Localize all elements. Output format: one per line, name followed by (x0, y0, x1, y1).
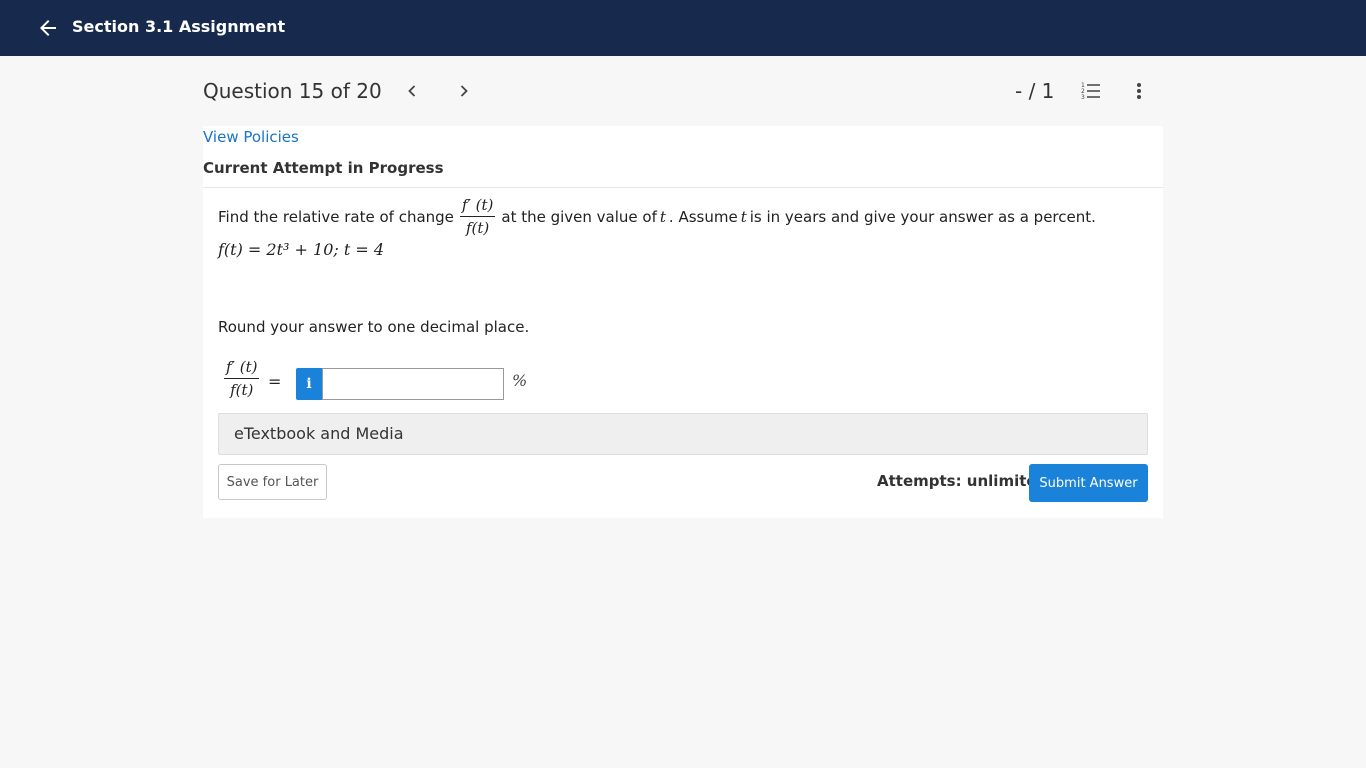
variable-t: t (740, 207, 747, 226)
prompt-text: Find the relative rate of change (218, 207, 454, 226)
question-prompt: Find the relative rate of change f′ (t) … (218, 196, 1096, 237)
variable-t: t (659, 207, 666, 226)
prompt-text: is in years and give your answer as a pe… (749, 207, 1096, 226)
next-question-button[interactable] (454, 81, 474, 101)
fraction-denominator: f(t) (230, 381, 254, 399)
attempts-remaining: Attempts: unlimited (877, 472, 1048, 490)
question-list-button[interactable]: 123 (1080, 80, 1102, 102)
attempt-status: Current Attempt in Progress (203, 159, 444, 177)
more-options-button[interactable] (1128, 80, 1150, 102)
fraction-denominator: f(t) (465, 219, 490, 237)
top-bar: Section 3.1 Assignment (0, 0, 1366, 56)
question-header: Question 15 of 20 - / 1 123 (0, 56, 1366, 126)
etextbook-media-panel[interactable]: eTextbook and Media (218, 413, 1148, 455)
fraction-numerator: f′ (t) (459, 196, 496, 217)
prompt-text: at the given value of (501, 207, 657, 226)
assignment-title: Section 3.1 Assignment (72, 17, 286, 36)
percent-unit: % (512, 371, 528, 390)
equals-sign: = (268, 372, 282, 391)
answer-row: f′ (t) f(t) = i % (218, 358, 618, 408)
chevron-left-icon (408, 85, 416, 97)
etextbook-label: eTextbook and Media (234, 424, 404, 443)
previous-question-button[interactable] (402, 81, 422, 101)
question-card: View Policies Current Attempt in Progres… (203, 126, 1163, 518)
save-for-later-button[interactable]: Save for Later (218, 464, 327, 500)
answer-fraction: f′ (t) f(t) (224, 358, 260, 399)
relative-rate-fraction: f′ (t) f(t) (459, 196, 496, 237)
view-policies-link[interactable]: View Policies (203, 128, 299, 146)
prompt-text: . Assume (668, 207, 738, 226)
numbered-list-icon: 123 (1081, 82, 1100, 101)
divider (203, 187, 1163, 188)
answer-input[interactable] (322, 368, 504, 400)
question-score: - / 1 (1015, 79, 1055, 103)
svg-text:3: 3 (1081, 94, 1085, 101)
round-instruction: Round your answer to one decimal place. (218, 318, 530, 336)
function-definition: f(t) = 2t³ + 10; t = 4 (218, 240, 385, 259)
question-counter: Question 15 of 20 (203, 79, 382, 103)
submit-answer-button[interactable]: Submit Answer (1029, 464, 1148, 502)
back-arrow-icon[interactable] (36, 16, 60, 40)
chevron-right-icon (460, 85, 468, 97)
fraction-numerator: f′ (t) (224, 358, 260, 379)
vertical-dots-icon (1137, 83, 1141, 99)
info-icon[interactable]: i (296, 368, 322, 400)
